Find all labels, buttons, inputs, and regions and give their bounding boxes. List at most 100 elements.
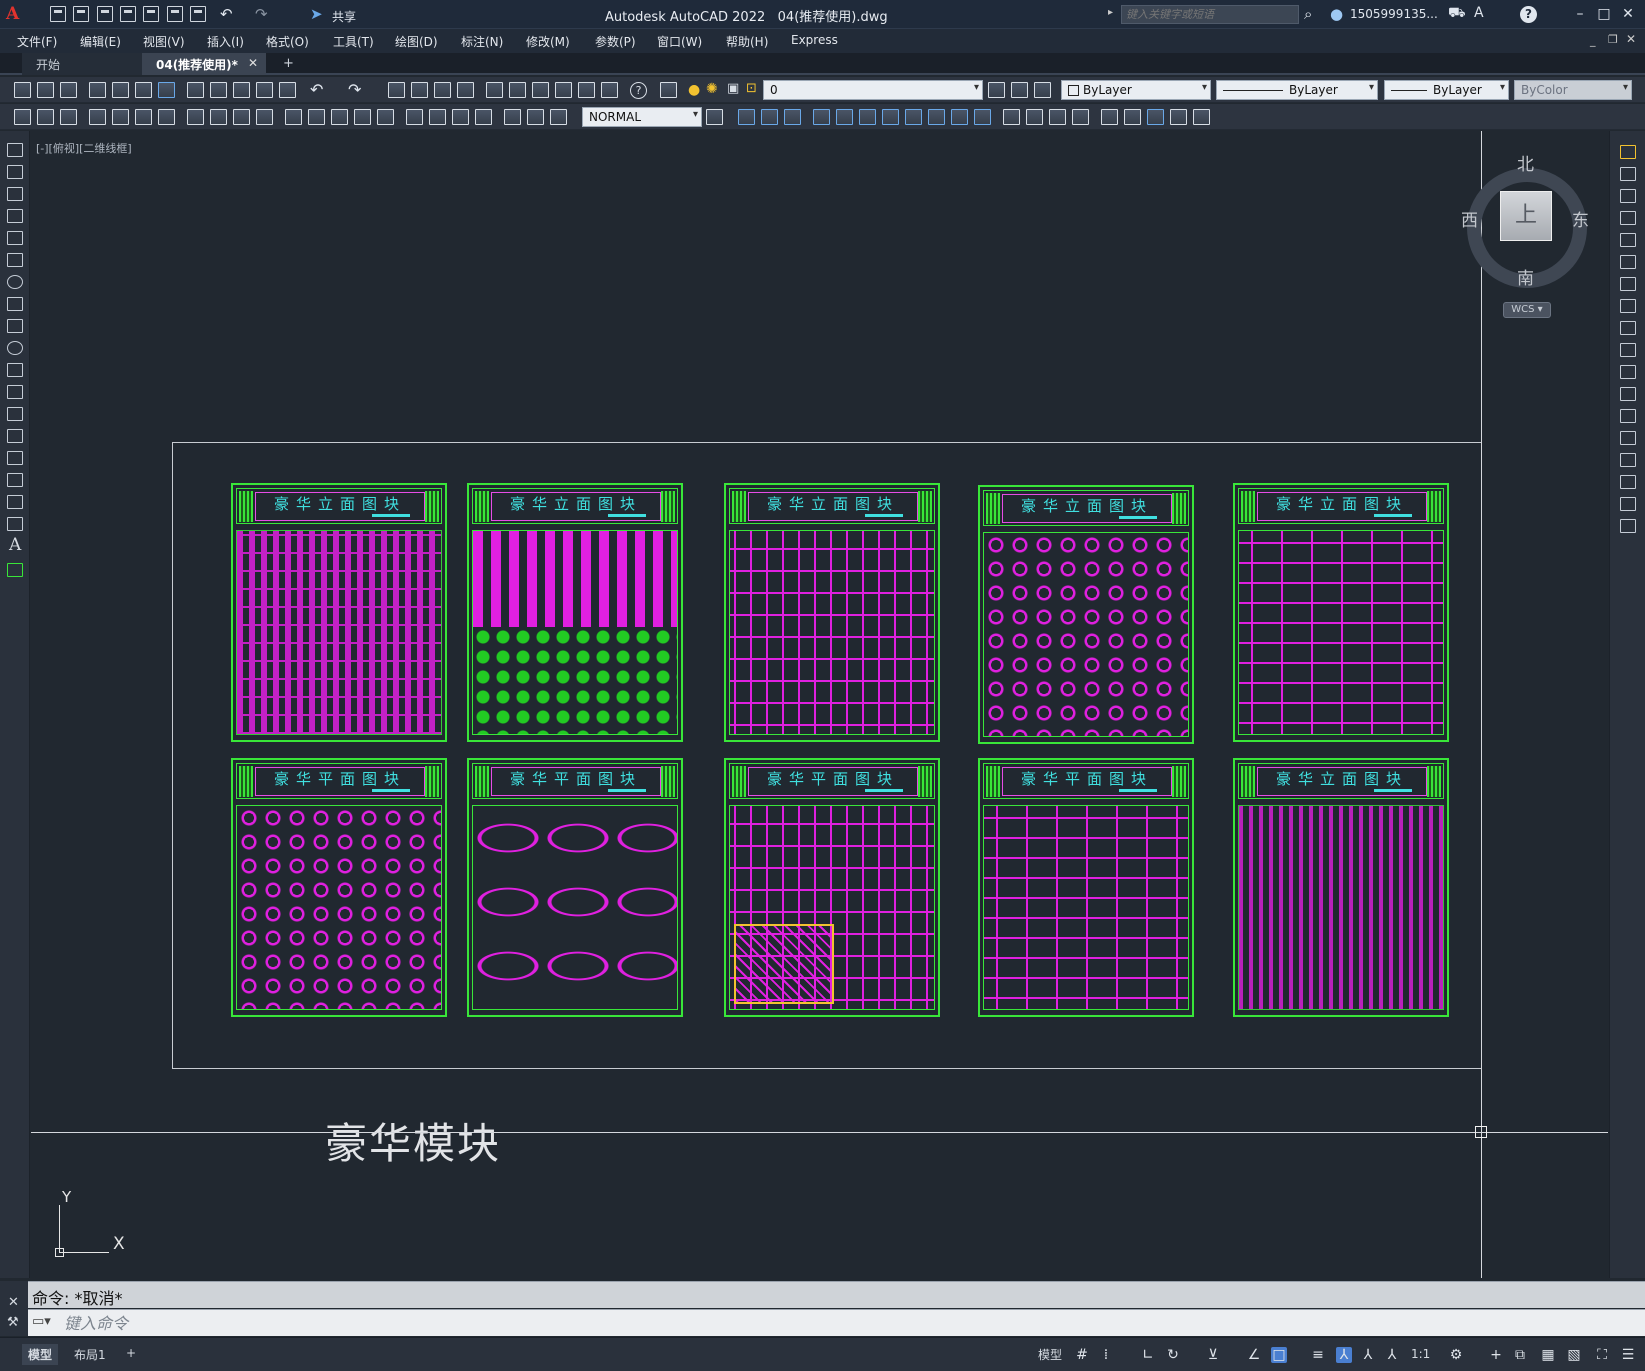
jogged-linear-icon[interactable] [475, 109, 492, 125]
intersect-icon[interactable] [784, 109, 801, 125]
save-web-icon[interactable] [167, 6, 183, 22]
layer-thaw-icon[interactable]: ✺ [706, 81, 718, 97]
sheet-set-icon[interactable] [555, 82, 572, 98]
compass-north[interactable]: 北 [1517, 150, 1534, 175]
isolate-objects-icon[interactable]: ⧉ [1512, 1347, 1528, 1363]
publish-icon[interactable] [135, 82, 152, 98]
customization-menu-icon[interactable]: ☰ [1620, 1347, 1636, 1363]
print-icon[interactable] [89, 82, 106, 98]
radius-dimension-icon[interactable] [187, 109, 204, 125]
save-icon[interactable] [97, 6, 113, 22]
user-account[interactable]: 1505999135... [1350, 7, 1438, 21]
fillet-icon[interactable] [1620, 475, 1636, 489]
erase-icon[interactable] [1620, 145, 1636, 159]
ortho-icon[interactable]: ∟ [1140, 1347, 1156, 1363]
ellipse-icon[interactable] [7, 341, 23, 355]
union-icon[interactable] [738, 109, 755, 125]
dimension-update-icon[interactable] [550, 109, 567, 125]
block-editor-icon[interactable] [279, 82, 296, 98]
doc-minimize-icon[interactable]: _ [1590, 34, 1596, 47]
layer-viewport-icon[interactable]: ▣ [727, 81, 739, 96]
zoom-previous-icon[interactable] [457, 82, 474, 98]
blend-curves-icon[interactable] [1620, 497, 1636, 511]
menu-edit[interactable]: 编辑(E) [80, 33, 121, 50]
close-icon[interactable]: ✕ [1620, 6, 1636, 22]
undo-icon[interactable]: ↶ [220, 5, 233, 23]
layer-dropdown[interactable]: 0 [763, 80, 983, 100]
make-block-icon[interactable] [7, 407, 23, 421]
paste-icon[interactable] [233, 82, 250, 98]
mirror-icon[interactable] [1620, 189, 1636, 203]
menu-insert[interactable]: 插入(I) [207, 33, 244, 50]
menu-view[interactable]: 视图(V) [143, 33, 185, 50]
block-sheet[interactable]: 豪华立面图块 [1233, 758, 1449, 1017]
menu-window[interactable]: 窗口(W) [657, 33, 702, 50]
menu-parametric[interactable]: 参数(P) [595, 33, 636, 50]
separate-icon[interactable] [1049, 109, 1066, 125]
delete-faces-icon[interactable] [882, 109, 899, 125]
3d-dwf-icon[interactable] [158, 82, 175, 98]
open-web-icon[interactable] [143, 6, 159, 22]
menu-tools[interactable]: 工具(T) [333, 33, 374, 50]
block-sheet[interactable]: 豪华立面图块 [467, 483, 683, 742]
copy-icon[interactable] [210, 82, 227, 98]
share-icon[interactable]: ➤ [310, 5, 323, 23]
viewport-controls[interactable]: [-][俯视][二维线框] [36, 140, 132, 156]
dimension-break-icon[interactable] [377, 109, 394, 125]
design-center-icon[interactable] [509, 82, 526, 98]
doc-restore-icon[interactable]: ❐ [1608, 33, 1618, 46]
compass-south[interactable]: 南 [1517, 264, 1534, 289]
menu-format[interactable]: 格式(O) [266, 33, 309, 50]
block-sheet[interactable]: 豪华平面图块 [978, 758, 1194, 1017]
polyline-icon[interactable] [7, 187, 23, 201]
trim-icon[interactable] [1620, 343, 1636, 357]
chamfer-icon[interactable] [1620, 453, 1636, 467]
explode-icon[interactable] [1620, 519, 1636, 533]
menu-modify[interactable]: 修改(M) [526, 33, 570, 50]
open-icon[interactable] [37, 82, 54, 98]
offset-faces-icon[interactable] [859, 109, 876, 125]
command-recent-icon[interactable]: ▭▾ [32, 1314, 51, 1329]
rotate-faces-icon[interactable] [905, 109, 922, 125]
command-line-handle[interactable]: ✕ ⚒ [0, 1281, 28, 1336]
tolerance-icon[interactable] [406, 109, 423, 125]
block-sheet[interactable]: 豪华立面图块 [1233, 483, 1449, 742]
block-sheet[interactable]: 豪华平面图块 [231, 758, 447, 1017]
save-toolbar-icon[interactable] [60, 82, 77, 98]
undo-toolbar-icon[interactable]: ↶ [310, 80, 323, 99]
viewcube-top-face[interactable]: 上 [1500, 191, 1552, 241]
block-sheet[interactable]: 豪华立面图块 [978, 485, 1194, 744]
hatch-icon[interactable] [7, 451, 23, 465]
lineweight-display-icon[interactable]: ≡ [1310, 1347, 1326, 1363]
layer-previous-icon[interactable] [1011, 82, 1028, 98]
dimension-space-icon[interactable] [354, 109, 371, 125]
break-at-point-icon[interactable] [1620, 387, 1636, 401]
open-file-icon[interactable] [73, 6, 89, 22]
auto-scale-icon[interactable]: ⅄ [1360, 1347, 1376, 1363]
dimension-text-edit-icon[interactable] [527, 109, 544, 125]
move-faces-icon[interactable] [836, 109, 853, 125]
menu-express[interactable]: Express [791, 33, 838, 47]
minimize-icon[interactable]: – [1572, 6, 1588, 22]
color-faces-icon[interactable] [974, 109, 991, 125]
clean-icon[interactable] [1026, 109, 1043, 125]
offset-icon[interactable] [1620, 211, 1636, 225]
layer-states-icon[interactable] [1034, 82, 1051, 98]
slice-icon[interactable] [1170, 109, 1187, 125]
drawing-label[interactable]: 豪华模块 [325, 1110, 501, 1171]
block-sheet[interactable]: 豪华平面图块 [724, 758, 940, 1017]
workspace-gear-icon[interactable]: ⚙ [1448, 1347, 1464, 1363]
annotation-scale-icon[interactable]: ⅄ [1384, 1347, 1400, 1363]
break-icon[interactable] [1620, 409, 1636, 423]
jogged-dimension-icon[interactable] [210, 109, 227, 125]
baseline-dimension-icon[interactable] [308, 109, 325, 125]
construction-line-icon[interactable] [7, 165, 23, 179]
dimension-style-dropdown[interactable]: NORMAL [582, 107, 702, 127]
search-icon[interactable]: ⌕ [1304, 5, 1312, 23]
spline-icon[interactable] [7, 319, 23, 333]
rectangle-icon[interactable] [7, 231, 23, 245]
join-icon[interactable] [1620, 431, 1636, 445]
new-icon[interactable] [14, 82, 31, 98]
continue-dimension-icon[interactable] [331, 109, 348, 125]
calculator-icon[interactable] [601, 82, 618, 98]
